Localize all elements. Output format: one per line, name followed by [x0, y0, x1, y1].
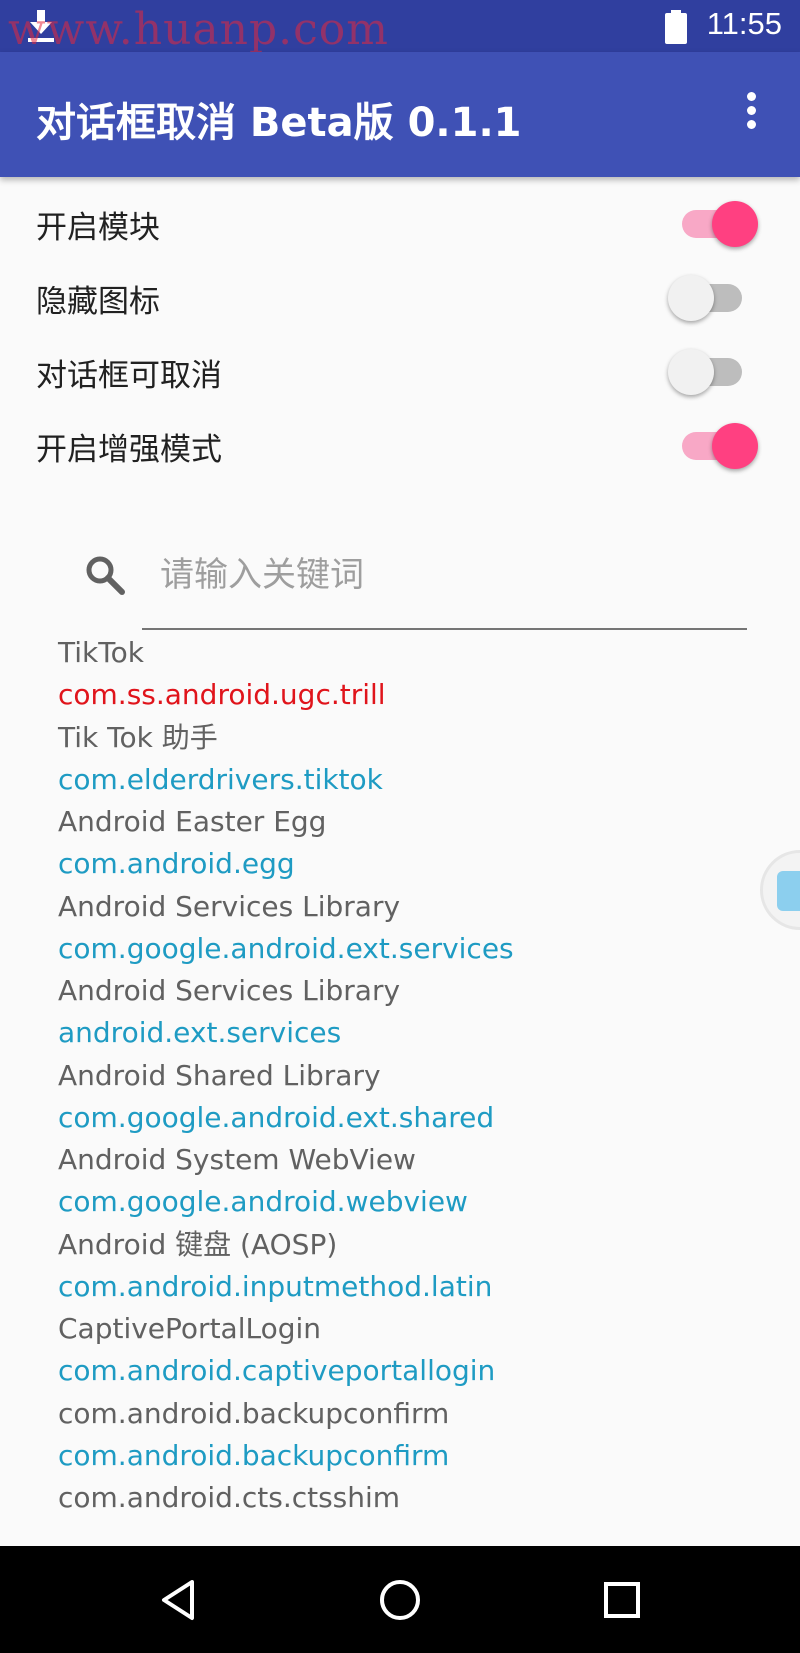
battery-icon: [665, 10, 687, 44]
app-name: Android System WebView: [58, 1143, 416, 1176]
list-item[interactable]: Android Easter Egg com.android.egg: [58, 801, 758, 886]
list-item[interactable]: Android Services Library android.ext.serv…: [58, 970, 758, 1055]
list-item[interactable]: TikTok com.ss.android.ugc.trill: [58, 632, 758, 717]
enhanced-mode-switch[interactable]: [668, 422, 758, 470]
setting-label: 对话框可取消: [36, 358, 222, 394]
status-bar: www.huanp.com 11:55: [0, 0, 800, 55]
back-triangle-icon[interactable]: [154, 1576, 202, 1624]
app-name: TikTok: [58, 636, 144, 669]
setting-row-hide-icon[interactable]: 隐藏图标: [0, 258, 800, 336]
setting-row-enhanced-mode[interactable]: 开启增强模式: [0, 406, 800, 484]
floating-ball[interactable]: [760, 850, 800, 930]
app-package: com.ss.android.ugc.trill: [58, 678, 386, 711]
app-package: com.android.egg: [58, 847, 295, 880]
app-name: Android Services Library: [58, 974, 401, 1007]
dialog-cancelable-switch[interactable]: [668, 348, 758, 396]
app-package: android.ext.services: [58, 1016, 342, 1049]
app-name: Android Shared Library: [58, 1058, 381, 1092]
enable-module-switch[interactable]: [668, 200, 758, 248]
app-name: com.android.backupconfirm: [58, 1396, 450, 1430]
search-bar: [0, 530, 800, 630]
recents-square-icon[interactable]: [598, 1576, 646, 1624]
app-name: Android 键盘 (AOSP): [58, 1227, 338, 1261]
app-name: CaptivePortalLogin: [58, 1312, 322, 1345]
list-item[interactable]: com.android.backupconfirm com.android.bac…: [58, 1393, 758, 1478]
home-circle-icon[interactable]: [376, 1576, 424, 1624]
app-package: com.google.android.ext.shared: [58, 1100, 495, 1134]
app-package: com.google.android.webview: [58, 1185, 468, 1218]
hide-icon-switch[interactable]: [668, 274, 758, 322]
list-item[interactable]: Tik Tok 助手 com.elderdrivers.tiktok: [58, 717, 758, 802]
app-title: 对话框取消 Beta版 0.1.1: [36, 100, 522, 146]
search-icon: [86, 556, 125, 595]
watermark: www.huanp.com: [8, 4, 390, 55]
app-package: com.elderdrivers.tiktok: [58, 762, 383, 796]
app-name: com.android.cts.ctsshim: [58, 1481, 401, 1514]
navigation-bar: [0, 1546, 800, 1653]
search-input[interactable]: [142, 548, 747, 602]
app-list: TikTok com.ss.android.ugc.trill Tik Tok 助手…: [58, 632, 758, 1562]
setting-label: 隐藏图标: [36, 284, 160, 320]
setting-row-dialog-cancelable[interactable]: 对话框可取消: [0, 332, 800, 410]
list-item[interactable]: CaptivePortalLogin com.android.captivepor…: [58, 1308, 758, 1393]
list-item[interactable]: Android Services Library com.google.andro…: [58, 886, 758, 971]
list-item[interactable]: Android 键盘 (AOSP) com.android.inputmethod…: [58, 1224, 758, 1309]
app-name: Tik Tok 助手: [58, 720, 218, 754]
setting-label: 开启增强模式: [36, 432, 222, 468]
app-package: com.android.captiveportallogin: [58, 1354, 496, 1387]
floating-cube-icon: [777, 871, 800, 911]
app-package: com.android.backupconfirm: [58, 1438, 450, 1472]
list-item[interactable]: Android System WebView com.google.android…: [58, 1139, 758, 1224]
setting-row-enable-module[interactable]: 开启模块: [0, 184, 800, 262]
search-underline: [142, 628, 747, 630]
app-name: Android Services Library: [58, 889, 401, 923]
app-bar: 对话框取消 Beta版 0.1.1: [0, 52, 800, 177]
status-clock: 11:55: [706, 6, 782, 41]
app-name: Android Easter Egg: [58, 805, 327, 838]
app-package: com.google.android.ext.services: [58, 931, 514, 965]
list-item[interactable]: Android Shared Library com.google.android…: [58, 1055, 758, 1140]
app-package: com.android.inputmethod.latin: [58, 1269, 493, 1303]
setting-label: 开启模块: [36, 210, 160, 246]
more-vert-icon[interactable]: [735, 92, 767, 136]
